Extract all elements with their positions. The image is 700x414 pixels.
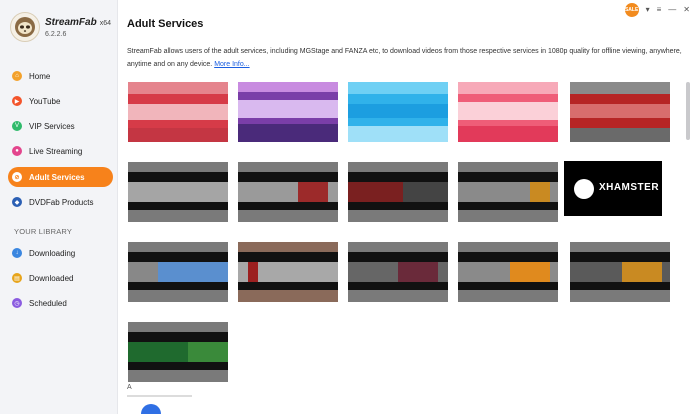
floating-action-button[interactable] (141, 404, 161, 414)
download-icon: ↓ (12, 248, 22, 258)
tile-caption: A (127, 384, 132, 391)
sidebar-item-label: Downloading (29, 248, 76, 258)
horizontal-scrollbar[interactable] (127, 395, 192, 397)
service-tile[interactable] (128, 82, 228, 142)
downloaded-icon: ▤ (12, 273, 22, 283)
app-arch: x64 (99, 19, 111, 27)
app-name: StreamFab (45, 16, 97, 28)
sloth-logo-icon (10, 12, 40, 42)
app-version: 6.2.2.6 (45, 30, 67, 38)
service-tile[interactable] (348, 82, 448, 142)
service-tile[interactable] (348, 162, 448, 222)
service-tile[interactable] (348, 242, 448, 302)
service-tile[interactable] (570, 242, 670, 302)
sidebar-item-label: VIP Services (29, 121, 75, 131)
page-title: Adult Services (127, 18, 204, 30)
brand: StreamFab x64 6.2.2.6 (10, 12, 111, 42)
sidebar-item-scheduled[interactable]: ◷ Scheduled (8, 293, 113, 313)
service-tile[interactable] (570, 82, 670, 142)
vip-icon: V (12, 121, 22, 131)
live-icon: ● (12, 146, 22, 156)
service-tile[interactable] (238, 82, 338, 142)
service-tile[interactable] (238, 242, 338, 302)
dvdfab-icon: ◆ (12, 197, 22, 207)
sidebar-item-label: Adult Services (29, 172, 85, 182)
sidebar-item-label: Downloaded (29, 273, 74, 283)
schedule-icon: ◷ (12, 298, 22, 308)
youtube-icon: ▶ (12, 96, 22, 106)
sidebar-item-live-streaming[interactable]: ● Live Streaming (8, 141, 113, 161)
home-icon: ⌂ (12, 71, 22, 81)
sidebar-item-label: Home (29, 71, 51, 81)
app-window: StreamFab x64 6.2.2.6 ⌂ Home ▶ YouTube V … (0, 0, 700, 414)
sidebar-item-vip-services[interactable]: V VIP Services (8, 116, 113, 136)
service-tile[interactable] (458, 82, 558, 142)
more-info-link[interactable]: More Info... (214, 61, 249, 68)
xhamster-label: XHAMSTER (598, 182, 660, 193)
sidebar-item-label: Scheduled (29, 298, 67, 308)
page-description: StreamFab allows users of the adult serv… (127, 45, 687, 71)
description-text: StreamFab allows users of the adult serv… (127, 48, 682, 68)
service-tile[interactable] (128, 242, 228, 302)
adult-icon: ⊘ (12, 172, 22, 182)
sidebar-item-label: Live Streaming (29, 146, 83, 156)
service-tile[interactable] (128, 322, 228, 382)
vertical-scrollbar[interactable] (686, 82, 690, 140)
service-tile[interactable] (238, 162, 338, 222)
sidebar-item-label: YouTube (29, 96, 61, 106)
service-tile[interactable] (458, 162, 558, 222)
service-tile[interactable] (128, 162, 228, 222)
library-section-label: YOUR LIBRARY (14, 227, 73, 236)
sidebar-item-downloaded[interactable]: ▤ Downloaded (8, 268, 113, 288)
sidebar-item-label: DVDFab Products (29, 197, 94, 207)
sidebar-item-youtube[interactable]: ▶ YouTube (8, 91, 113, 111)
sidebar-item-adult-services[interactable]: ⊘ Adult Services (8, 167, 113, 187)
xhamster-tile[interactable]: XHAMSTER (564, 161, 662, 216)
sidebar-item-downloading[interactable]: ↓ Downloading (8, 243, 113, 263)
main-content: Adult Services StreamFab allows users of… (118, 0, 700, 414)
service-tile[interactable] (458, 242, 558, 302)
sidebar-item-home[interactable]: ⌂ Home (8, 66, 113, 86)
sidebar: StreamFab x64 6.2.2.6 ⌂ Home ▶ YouTube V … (0, 0, 118, 414)
sidebar-item-dvdfab-products[interactable]: ◆ DVDFab Products (8, 192, 113, 212)
